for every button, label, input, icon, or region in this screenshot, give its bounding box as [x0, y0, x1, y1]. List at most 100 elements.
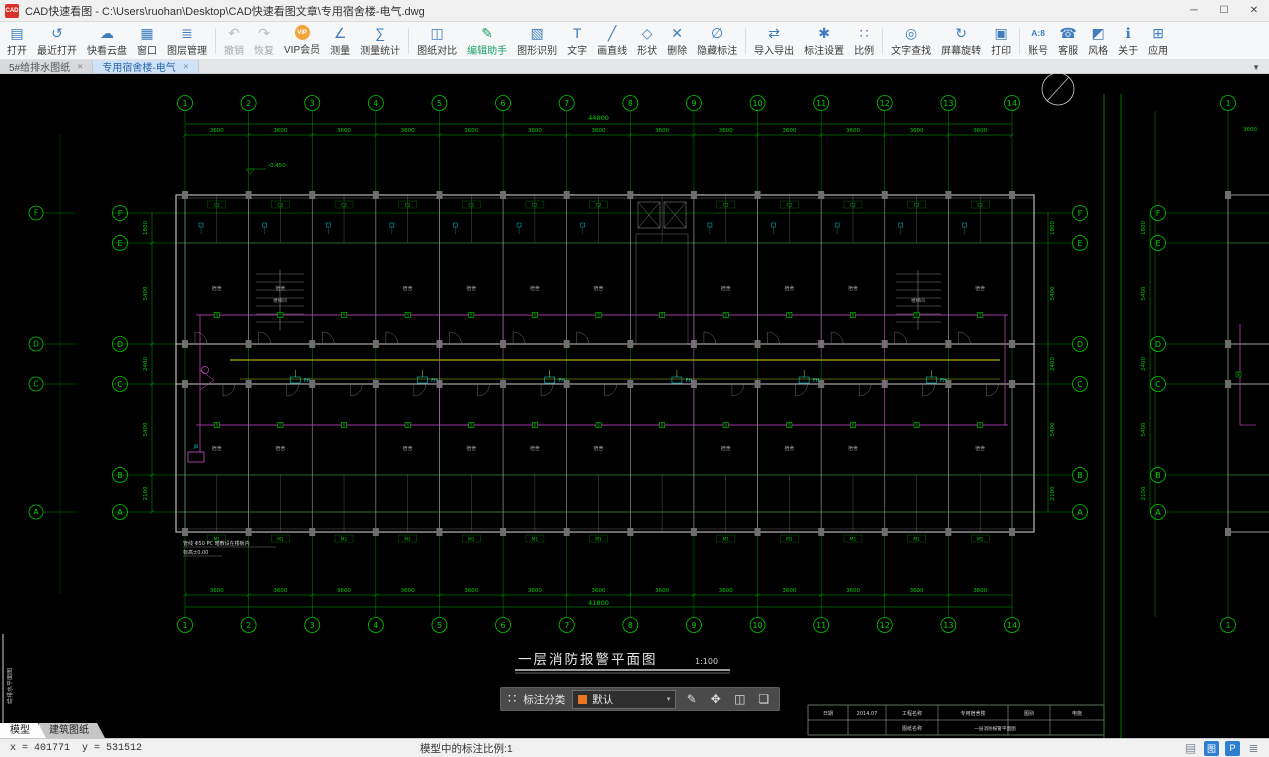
- sheet-compare-label: 图纸对比: [417, 42, 457, 57]
- delete-button[interactable]: ✕删除: [662, 23, 692, 59]
- image-export-icon[interactable]: 图: [1204, 741, 1219, 756]
- svg-text:S: S: [343, 313, 346, 318]
- support-button[interactable]: ☎客服: [1053, 23, 1083, 59]
- measure-button[interactable]: ∠测量: [325, 23, 355, 59]
- svg-text:3600: 3600: [401, 128, 415, 134]
- recent-open-label: 最近打开: [37, 42, 77, 57]
- svg-text:3600: 3600: [973, 128, 987, 134]
- pdf-export-icon[interactable]: P: [1225, 741, 1240, 756]
- tab-close-icon[interactable]: ✕: [77, 62, 83, 71]
- svg-text:S: S: [788, 313, 791, 318]
- shape-recognition-button[interactable]: ▧图形识别: [512, 23, 562, 59]
- draw-line-button[interactable]: ╱画直线: [592, 23, 632, 59]
- hide-annotation-button[interactable]: ∅隐藏标注: [692, 23, 742, 59]
- move-annotation-button[interactable]: ✥: [707, 692, 724, 706]
- sheet-preview-icon[interactable]: ▤: [1183, 741, 1198, 756]
- close-button[interactable]: ✕: [1239, 0, 1269, 22]
- recent-open-button[interactable]: ↺最近打开: [32, 23, 82, 59]
- more-tools-icon[interactable]: ≣: [1246, 741, 1261, 756]
- svg-text:S: S: [215, 313, 218, 318]
- category-selected-value: 默认: [592, 692, 613, 707]
- import-export-button[interactable]: ⇄导入导出: [749, 23, 799, 59]
- edit-assistant-button[interactable]: ✎编辑助手: [462, 23, 512, 59]
- svg-text:S: S: [534, 313, 537, 318]
- chevron-down-icon: ▾: [667, 695, 671, 703]
- svg-text:M1: M1: [404, 536, 411, 542]
- annotation-list-button[interactable]: ❏: [755, 692, 772, 706]
- tab-model[interactable]: 模型: [0, 723, 46, 738]
- vip-button[interactable]: VIPVIP会员: [279, 23, 325, 59]
- drawing-canvas[interactable]: 11223344556677889910101111121213131414FF…: [0, 74, 1269, 738]
- style-icon: ◩: [1092, 25, 1105, 41]
- window-button[interactable]: ▦窗口: [132, 23, 162, 59]
- minimize-button[interactable]: ─: [1179, 0, 1209, 22]
- svg-text:5: 5: [437, 99, 442, 108]
- svg-text:C2: C2: [723, 202, 729, 208]
- line-icon: ╱: [608, 25, 616, 41]
- doc-tab-0[interactable]: 5#给排水图纸✕: [0, 60, 93, 73]
- svg-text:S: S: [915, 423, 918, 428]
- tab-close-icon[interactable]: ✕: [183, 62, 189, 71]
- text-button[interactable]: T文字: [562, 23, 592, 59]
- shapes-icon: ◇: [642, 25, 653, 41]
- svg-text:3600: 3600: [528, 128, 542, 134]
- svg-text:宿舍: 宿舍: [466, 445, 476, 452]
- screen-rotate-button[interactable]: ↻屏幕旋转: [936, 23, 986, 59]
- tab-list-caret-icon[interactable]: ▼: [1252, 63, 1260, 72]
- import-export-label: 导入导出: [754, 42, 794, 57]
- annotation-grid-icon[interactable]: ∷: [508, 691, 516, 707]
- svg-text:2100: 2100: [143, 486, 149, 500]
- apps-button[interactable]: ⊞应用: [1143, 23, 1173, 59]
- cloud-disk-button[interactable]: ☁快看云盘: [82, 23, 132, 59]
- svg-text:宿舍: 宿舍: [593, 445, 603, 452]
- annotation-category-select[interactable]: 默认 ▾: [572, 690, 676, 709]
- svg-text:D: D: [1155, 340, 1161, 349]
- svg-text:宿舍: 宿舍: [784, 285, 794, 292]
- account-button[interactable]: A:8账号: [1023, 23, 1053, 59]
- svg-text:图纸名称: 图纸名称: [902, 725, 922, 732]
- measure-stats-button[interactable]: ∑测量统计: [355, 23, 405, 59]
- status-icons: ▤ 图P ≣: [1183, 741, 1261, 756]
- svg-text:宿舍: 宿舍: [975, 445, 985, 452]
- style-button[interactable]: ◩风格: [1083, 23, 1113, 59]
- svg-text:宿舍: 宿舍: [848, 285, 858, 292]
- app-logo-icon: CAD: [5, 4, 19, 18]
- cad-drawing[interactable]: 11223344556677889910101111121213131414FF…: [0, 74, 1269, 738]
- annotation-settings-button[interactable]: ✱标注设置: [799, 23, 849, 59]
- svg-text:S: S: [470, 423, 473, 428]
- svg-text:S: S: [724, 423, 727, 428]
- shapes-button[interactable]: ◇形状: [632, 23, 662, 59]
- measure-icon: ∠: [334, 25, 347, 41]
- layer-manage-button[interactable]: ≣图层管理: [162, 23, 212, 59]
- svg-text:C2: C2: [405, 202, 411, 208]
- svg-text:3600: 3600: [337, 128, 351, 134]
- svg-text:M1: M1: [468, 536, 475, 542]
- print-button[interactable]: ▣打印: [986, 23, 1016, 59]
- undo-button[interactable]: ↶撤销: [219, 23, 249, 59]
- cloud-icon: ☁: [100, 25, 114, 41]
- redo-icon: ↷: [258, 25, 270, 41]
- svg-text:B: B: [117, 471, 123, 480]
- about-button[interactable]: ℹ关于: [1113, 23, 1143, 59]
- copy-annotation-button[interactable]: ◫: [731, 692, 748, 706]
- apps-label: 应用: [1148, 42, 1168, 57]
- redo-button[interactable]: ↷恢复: [249, 23, 279, 59]
- tab-arch-sheets[interactable]: 建筑图纸: [39, 723, 105, 738]
- svg-text:工程名称: 工程名称: [902, 710, 922, 717]
- maximize-button[interactable]: ☐: [1209, 0, 1239, 22]
- scale-icon: ∷: [860, 25, 869, 41]
- open-button[interactable]: ▤打开: [2, 23, 32, 59]
- text-search-button[interactable]: ◎文字查找: [886, 23, 936, 59]
- svg-text:宿舍: 宿舍: [530, 285, 540, 292]
- import-export-icon: ⇄: [768, 25, 780, 41]
- doc-tab-1[interactable]: 专用宿舍楼-电气✕: [93, 60, 199, 73]
- undo-icon: ↶: [228, 25, 240, 41]
- delete-label: 删除: [667, 42, 687, 57]
- svg-text:FH: FH: [431, 378, 438, 384]
- sheet-compare-button[interactable]: ◫图纸对比: [412, 23, 462, 59]
- layers-icon: ≣: [181, 25, 193, 41]
- svg-text:F: F: [1078, 209, 1083, 218]
- edit-annotation-button[interactable]: ✎: [683, 692, 700, 706]
- scale-button[interactable]: ∷比例: [849, 23, 879, 59]
- svg-text:3600: 3600: [273, 588, 287, 594]
